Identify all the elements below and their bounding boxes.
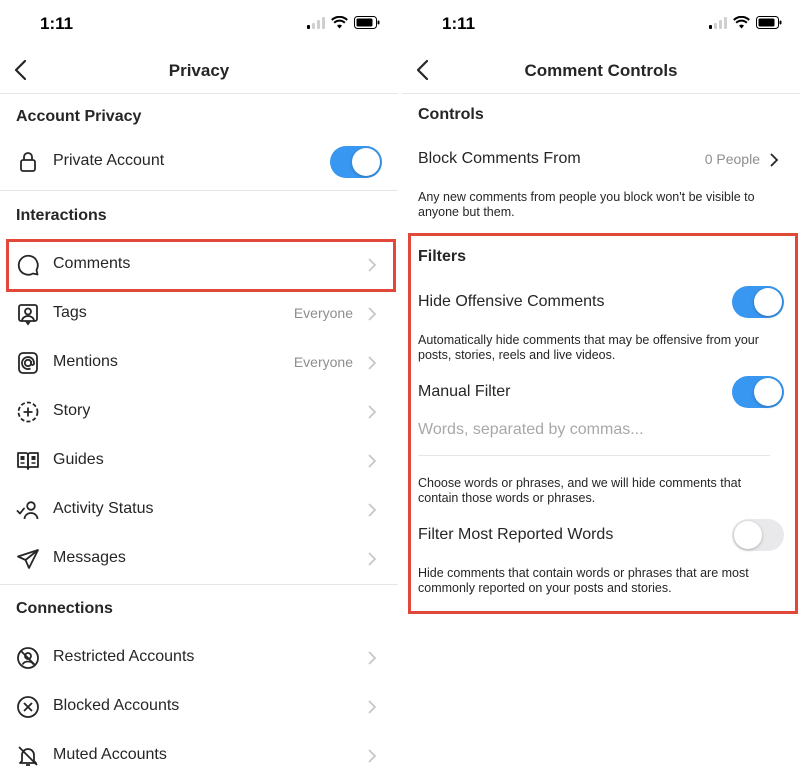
connections-item-restricted[interactable]: Restricted Accounts [0, 636, 398, 680]
connections-item-label: Restricted Accounts [53, 648, 195, 665]
private-account-toggle[interactable] [330, 146, 382, 178]
blocked-icon [17, 696, 39, 718]
restricted-icon [17, 647, 39, 669]
paper-plane-icon [17, 549, 39, 569]
connections-item-label: Muted Accounts [53, 746, 167, 763]
interactions-item-mentions[interactable]: Mentions Everyone [0, 341, 398, 385]
chevron-right-icon [368, 405, 377, 419]
block-comments-description: Any new comments from people you block w… [418, 190, 755, 219]
block-comments-label: Block Comments From [418, 150, 581, 167]
chevron-right-icon [368, 307, 377, 321]
chevron-right-icon [368, 749, 377, 763]
status-icons [709, 16, 782, 29]
section-connections: Connections [16, 600, 113, 617]
cellular-signal-icon [709, 16, 727, 29]
manual-filter-description: Choose words or phrases, and we will hid… [418, 476, 742, 505]
manual-filter-label: Manual Filter [418, 383, 511, 400]
block-comments-from-row[interactable]: Block Comments From 0 People [402, 138, 800, 182]
interactions-item-label: Mentions [53, 353, 118, 370]
chevron-right-icon [368, 503, 377, 517]
interactions-item-label: Messages [53, 549, 126, 566]
private-account-label: Private Account [53, 152, 165, 169]
input-underline [418, 455, 770, 456]
manual-filter-toggle[interactable] [732, 376, 784, 408]
section-filters: Filters [418, 248, 467, 265]
divider [0, 584, 398, 585]
tag-person-icon [18, 304, 38, 326]
status-bar: 1:11 [0, 0, 398, 50]
section-interactions: Interactions [16, 207, 107, 224]
story-add-icon [17, 401, 39, 423]
hide-offensive-label: Hide Offensive Comments [418, 293, 605, 310]
status-time: 1:11 [442, 14, 476, 33]
status-time: 1:11 [40, 14, 74, 33]
lock-icon [20, 152, 36, 172]
cellular-signal-icon [307, 16, 325, 29]
block-comments-value: 0 People [704, 151, 760, 167]
interactions-item-label: Activity Status [53, 500, 154, 517]
connections-item-label: Blocked Accounts [53, 697, 180, 714]
activity-status-icon [16, 501, 39, 520]
wifi-icon [733, 16, 750, 29]
most-reported-label: Filter Most Reported Words [418, 526, 614, 543]
status-icons [307, 16, 380, 29]
interactions-item-value: Everyone [293, 354, 353, 370]
section-account-privacy: Account Privacy [16, 108, 142, 125]
connections-item-blocked[interactable]: Blocked Accounts [0, 685, 398, 729]
comment-controls-screen: 1:11 Comment Controls Controls Block Com… [402, 0, 800, 776]
interactions-item-messages[interactable]: Messages [0, 537, 398, 581]
hide-offensive-toggle[interactable] [732, 286, 784, 318]
wifi-icon [331, 16, 348, 29]
at-sign-icon [18, 352, 38, 374]
section-controls: Controls [418, 106, 484, 123]
chevron-right-icon [368, 552, 377, 566]
battery-icon [756, 16, 782, 29]
privacy-screen: 1:11 Privacy Account Privacy Private Acc… [0, 0, 398, 776]
battery-icon [354, 16, 380, 29]
interactions-item-activity-status[interactable]: Activity Status [0, 488, 398, 532]
chevron-right-icon [368, 454, 377, 468]
hide-offensive-description: Automatically hide comments that may be … [418, 333, 759, 362]
interactions-item-label: Guides [53, 451, 104, 468]
chevron-right-icon [770, 153, 779, 167]
nav-bar: Comment Controls [402, 50, 800, 94]
status-bar: 1:11 [402, 0, 800, 50]
chevron-right-icon [368, 651, 377, 665]
chevron-right-icon [368, 356, 377, 370]
interactions-item-tags[interactable]: Tags Everyone [0, 292, 398, 336]
connections-item-muted[interactable]: Muted Accounts [0, 734, 398, 776]
manual-filter-input[interactable]: Words, separated by commas... [418, 421, 644, 439]
nav-bar: Privacy [0, 50, 398, 94]
interactions-item-story[interactable]: Story [0, 390, 398, 434]
divider [0, 190, 398, 191]
guide-book-icon [17, 452, 39, 470]
muted-bell-icon [18, 746, 38, 766]
private-account-row: Private Account [0, 140, 398, 184]
chevron-right-icon [368, 700, 377, 714]
interactions-item-label: Story [53, 402, 91, 419]
page-title: Privacy [168, 61, 230, 80]
highlight-box [6, 239, 396, 292]
page-title: Comment Controls [524, 61, 678, 80]
interactions-item-value: Everyone [293, 305, 353, 321]
most-reported-description: Hide comments that contain words or phra… [418, 566, 749, 595]
most-reported-toggle[interactable] [732, 519, 784, 551]
interactions-item-label: Tags [53, 304, 87, 321]
interactions-item-guides[interactable]: Guides [0, 439, 398, 483]
